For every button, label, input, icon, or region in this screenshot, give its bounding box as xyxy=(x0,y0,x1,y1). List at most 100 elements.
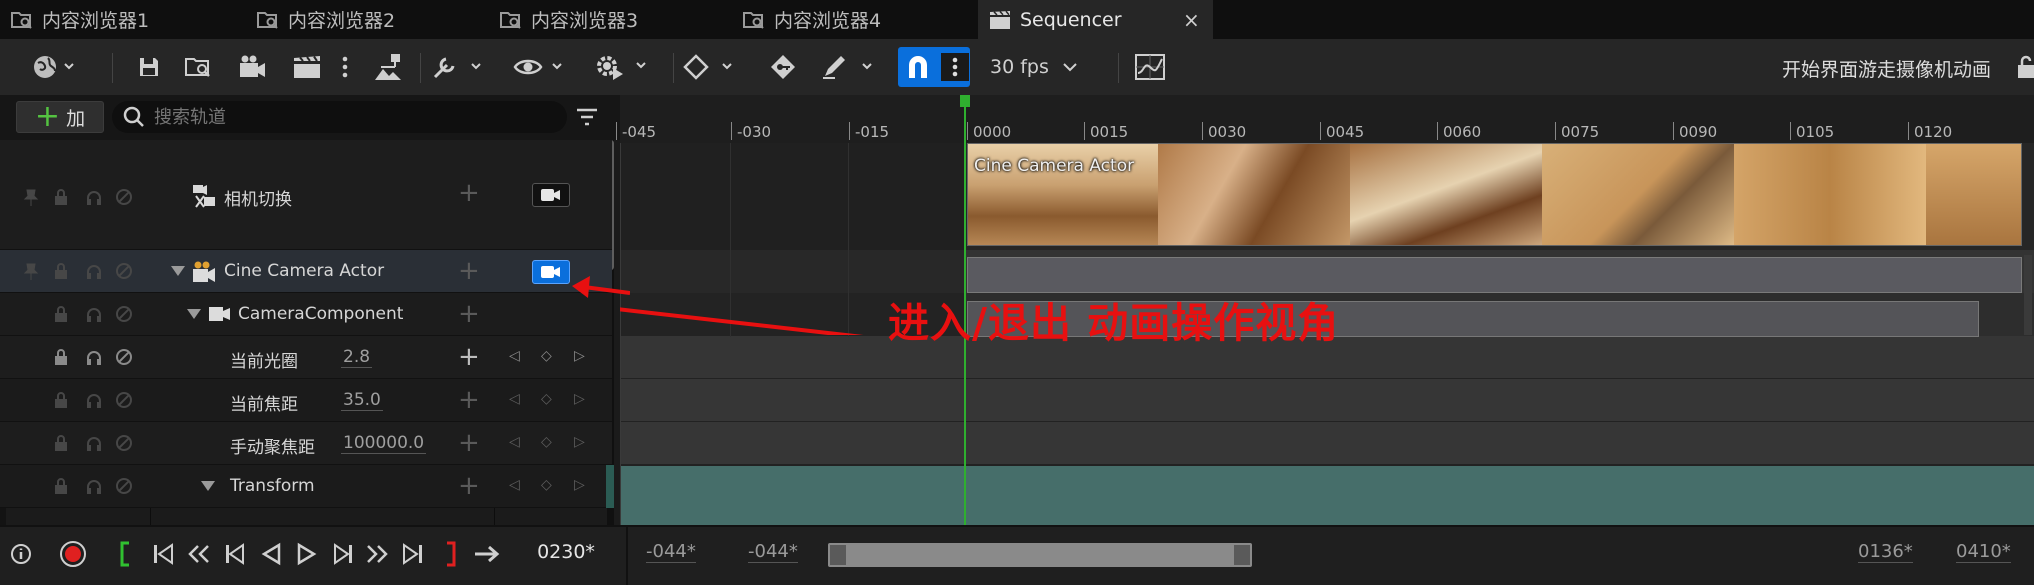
headphones-icon[interactable] xyxy=(85,305,103,323)
pin-icon[interactable] xyxy=(22,262,40,280)
prev-key-icon[interactable]: ◁ xyxy=(509,434,520,450)
view-range-handle[interactable] xyxy=(828,543,1252,567)
tab-content-browser-3[interactable]: 内容浏览器3 xyxy=(499,0,638,39)
current-frame-field[interactable]: 0230* xyxy=(516,541,616,563)
prev-key-icon[interactable]: ◁ xyxy=(509,477,520,493)
add-track-button[interactable]: + 加 xyxy=(16,101,104,133)
playhead-handle[interactable] xyxy=(960,95,970,107)
focal-value-field[interactable]: 35.0 xyxy=(341,390,383,411)
view-options-button[interactable] xyxy=(512,47,574,87)
tools-menu-button[interactable] xyxy=(430,47,488,87)
disable-icon[interactable] xyxy=(115,391,133,409)
info-button[interactable] xyxy=(6,539,36,569)
more-options-button[interactable] xyxy=(338,47,352,87)
add-key-diamond-icon[interactable]: ◇ xyxy=(541,477,552,493)
disable-icon[interactable] xyxy=(115,348,133,366)
prev-key-button[interactable] xyxy=(184,539,214,569)
jump-to-start-button[interactable] xyxy=(148,539,178,569)
expand-arrow-icon[interactable] xyxy=(200,480,216,492)
transform-section[interactable] xyxy=(620,465,2034,525)
sequence-name-breadcrumb[interactable]: 开始界面游走摄像机动画 xyxy=(1782,55,1991,82)
lock-icon[interactable] xyxy=(52,188,70,206)
playback-options-button[interactable] xyxy=(592,47,658,87)
add-track-button-actor[interactable]: + xyxy=(458,258,480,284)
next-key-icon[interactable]: ▷ xyxy=(574,434,585,450)
headphones-icon[interactable] xyxy=(85,434,103,452)
range-end-grip[interactable] xyxy=(1234,545,1250,565)
render-movie-button[interactable] xyxy=(290,47,324,87)
time-ruler[interactable]: -045 -030 -015 0000 0015 0030 0045 0060 … xyxy=(615,95,2034,143)
tab-close-button[interactable]: × xyxy=(1183,8,1200,32)
add-key-diamond-icon[interactable]: ◇ xyxy=(541,434,552,450)
tab-content-browser-1[interactable]: 内容浏览器1 xyxy=(10,0,149,39)
expand-arrow-icon[interactable] xyxy=(170,265,186,277)
headphones-icon[interactable] xyxy=(85,262,103,280)
disable-icon[interactable] xyxy=(115,262,133,280)
auto-key-button[interactable] xyxy=(766,47,800,87)
range-start-grip[interactable] xyxy=(830,545,846,565)
pilot-camera-button[interactable] xyxy=(532,260,570,284)
track-row-aperture[interactable]: 当前光圈 2.8 + ◁ ◇ ▷ xyxy=(0,336,612,379)
hierarchy-button[interactable] xyxy=(370,47,406,87)
play-reverse-button[interactable] xyxy=(256,539,286,569)
lock-icon[interactable] xyxy=(52,262,70,280)
edit-mode-button[interactable] xyxy=(820,47,880,87)
view-range-scrollbar[interactable] xyxy=(828,543,1252,567)
prev-key-icon[interactable]: ◁ xyxy=(509,391,520,407)
view-start-field[interactable]: -044* xyxy=(646,541,696,563)
disable-icon[interactable] xyxy=(115,477,133,495)
headphones-icon[interactable] xyxy=(85,348,103,366)
loop-mode-button[interactable] xyxy=(470,539,506,569)
timeline-area[interactable]: -045 -030 -015 0000 0015 0030 0045 0060 … xyxy=(615,95,2034,527)
playback-start-field[interactable]: -044* xyxy=(748,541,798,563)
add-track-button-component[interactable]: + xyxy=(458,301,480,327)
add-key-diamond-icon[interactable]: ◇ xyxy=(541,348,552,364)
search-tracks-input[interactable] xyxy=(112,101,567,133)
prev-key-icon[interactable]: ◁ xyxy=(509,348,520,364)
tab-content-browser-2[interactable]: 内容浏览器2 xyxy=(256,0,395,39)
lock-icon[interactable] xyxy=(52,391,70,409)
step-forward-button[interactable] xyxy=(328,539,358,569)
add-key-button[interactable]: + xyxy=(458,430,480,456)
key-mode-button[interactable] xyxy=(682,47,740,87)
curve-editor-button[interactable] xyxy=(1132,47,1168,87)
pin-icon[interactable] xyxy=(22,188,40,206)
lock-icon[interactable] xyxy=(52,305,70,323)
track-row-camera-component[interactable]: CameraComponent + xyxy=(0,293,612,336)
playback-end-field[interactable]: 0136* xyxy=(1858,541,1913,563)
add-key-diamond-icon[interactable]: ◇ xyxy=(541,391,552,407)
next-key-icon[interactable]: ▷ xyxy=(574,477,585,493)
filter-button[interactable] xyxy=(575,105,599,129)
track-row-cine-camera-actor[interactable]: Cine Camera Actor + xyxy=(0,250,612,293)
world-menu-button[interactable] xyxy=(24,47,84,87)
play-button[interactable] xyxy=(292,539,322,569)
set-start-button[interactable] xyxy=(110,539,140,569)
track-row-transform[interactable]: Transform + ◁ ◇ ▷ xyxy=(0,465,614,508)
next-key-icon[interactable]: ▷ xyxy=(574,391,585,407)
add-key-button[interactable]: + xyxy=(458,473,480,499)
next-key-icon[interactable]: ▷ xyxy=(574,348,585,364)
actor-section-bar[interactable] xyxy=(967,257,2022,293)
step-back-button[interactable] xyxy=(220,539,250,569)
jump-to-end-button[interactable] xyxy=(398,539,428,569)
save-button[interactable] xyxy=(134,47,164,87)
add-key-button[interactable]: + xyxy=(458,344,480,370)
lock-icon[interactable] xyxy=(2018,55,2034,79)
fps-dropdown[interactable]: 30 fps xyxy=(990,47,1086,87)
camera-cut-section[interactable]: Cine Camera Actor xyxy=(967,143,2022,246)
headphones-icon[interactable] xyxy=(85,477,103,495)
aperture-value-field[interactable]: 2.8 xyxy=(341,347,373,368)
next-key-button[interactable] xyxy=(362,539,392,569)
lock-icon[interactable] xyxy=(52,434,70,452)
view-end-field[interactable]: 0410* xyxy=(1956,541,2011,563)
tab-sequencer[interactable]: Sequencer × xyxy=(978,0,1213,39)
focus-value-field[interactable]: 100000.0 xyxy=(341,433,427,454)
add-section-button[interactable]: + xyxy=(458,180,480,206)
track-row-camera-cut[interactable]: 相机切换 + xyxy=(0,140,612,250)
tab-content-browser-4[interactable]: 内容浏览器4 xyxy=(742,0,881,39)
expand-arrow-icon[interactable] xyxy=(186,308,202,320)
disable-icon[interactable] xyxy=(115,188,133,206)
lock-icon[interactable] xyxy=(52,348,70,366)
lock-icon[interactable] xyxy=(52,477,70,495)
disable-icon[interactable] xyxy=(115,434,133,452)
